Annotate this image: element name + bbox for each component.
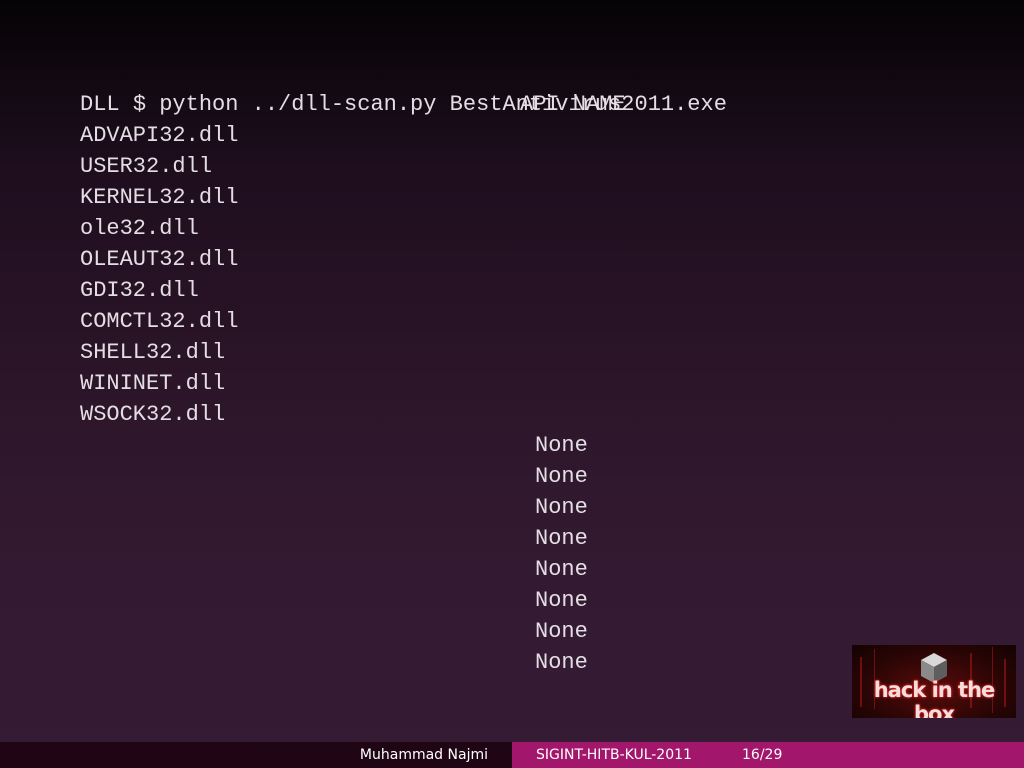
dll-name: ADVAPI32.dll (80, 123, 239, 148)
dll-row: KERNEL32.dll (80, 182, 940, 213)
api-name-value: None (535, 557, 588, 582)
dll-name: ole32.dll (80, 216, 199, 241)
dll-name: SHELL32.dll (80, 340, 226, 365)
api-row: None (80, 585, 940, 616)
hack-in-the-box-logo: hack in the box (852, 645, 1016, 718)
event-name: SIGINT-HITB-KUL-2011 (536, 747, 692, 763)
dll-row: COMCTL32.dll (80, 306, 940, 337)
api-name-value: None (535, 619, 588, 644)
dll-row: GDI32.dll (80, 275, 940, 306)
api-name-value: None (535, 526, 588, 551)
api-name-value: None (535, 588, 588, 613)
footer-right-panel: SIGINT-HITB-KUL-2011 16/29 (512, 742, 1024, 768)
api-row: None (80, 554, 940, 585)
dll-name: COMCTL32.dll (80, 309, 239, 334)
slide-footer: Muhammad Najmi SIGINT-HITB-KUL-2011 16/2… (0, 742, 1024, 768)
dll-name: GDI32.dll (80, 278, 199, 303)
api-name-value: None (535, 650, 588, 675)
dll-name: KERNEL32.dll (80, 185, 239, 210)
dll-row: ole32.dll (80, 213, 940, 244)
api-row: None (80, 647, 940, 678)
dll-row: SHELL32.dll (80, 337, 940, 368)
dll-name: OLEAUT32.dll (80, 247, 239, 272)
dll-row: ADVAPI32.dll (80, 120, 940, 151)
api-row: None (80, 523, 940, 554)
api-row: None (80, 461, 940, 492)
dll-name: WSOCK32.dll (80, 402, 226, 427)
api-row: None (80, 616, 940, 647)
header-row: DLL API NAME (80, 89, 940, 120)
dll-row: WININET.dll (80, 368, 940, 399)
api-row: None (80, 492, 940, 523)
logo-text: hack in the box (873, 678, 996, 718)
dll-row: USER32.dll (80, 151, 940, 182)
dll-column-header: DLL (80, 92, 120, 117)
command-line: $ python ../dll-scan.py BestAntivirus201… (80, 58, 940, 117)
dll-name: WININET.dll (80, 371, 226, 396)
terminal-output: $ python ../dll-scan.py BestAntivirus201… (80, 58, 940, 678)
footer-left-panel: Muhammad Najmi (0, 742, 512, 768)
api-name-value: None (535, 464, 588, 489)
dll-name: USER32.dll (80, 154, 213, 179)
api-name-column-header: API NAME (520, 92, 626, 117)
api-row: None (80, 430, 940, 461)
api-name-value: None (535, 495, 588, 520)
api-name-value: None (535, 433, 588, 458)
dll-row: WSOCK32.dll (80, 399, 940, 430)
author-name: Muhammad Najmi (359, 747, 488, 763)
dll-row: OLEAUT32.dll (80, 244, 940, 275)
page-number: 16/29 (742, 747, 783, 763)
